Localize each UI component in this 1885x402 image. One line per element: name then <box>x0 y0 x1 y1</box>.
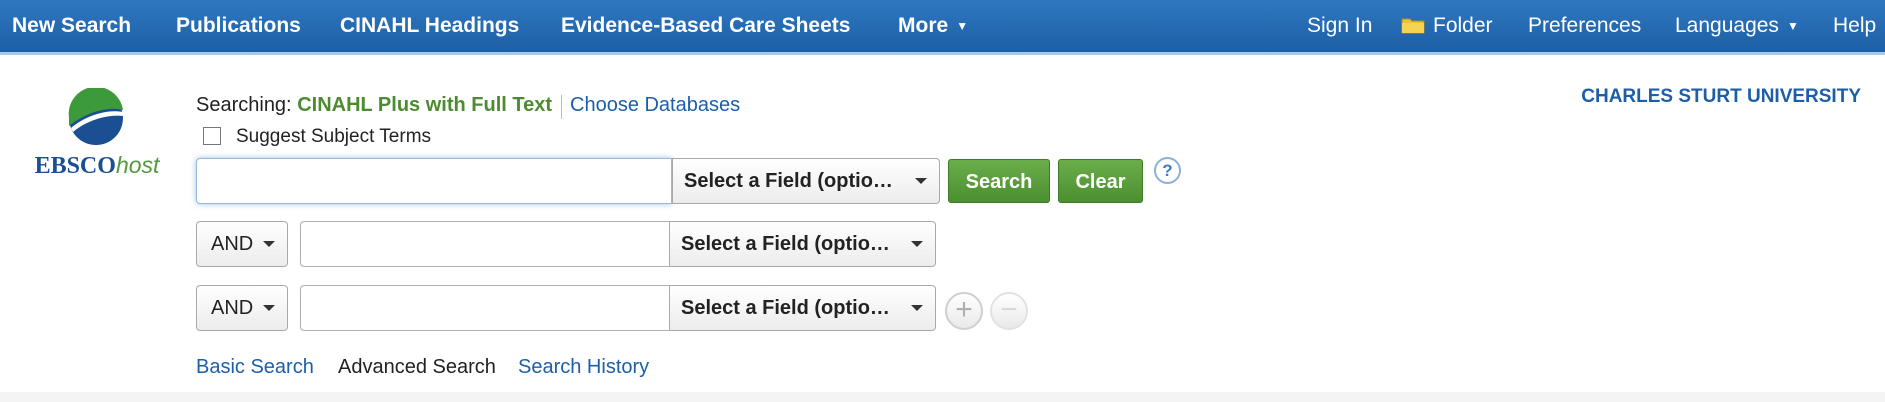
field-select-3[interactable]: Select a Field (optio… <box>669 285 936 331</box>
search-history-link[interactable]: Search History <box>518 356 649 379</box>
chevron-down-icon <box>263 241 275 247</box>
nav-publications[interactable]: Publications <box>176 0 301 52</box>
bottom-strip <box>0 392 1885 402</box>
nav-more-menu[interactable]: More ▼ <box>898 0 968 52</box>
ebscohost-wordmark: EBSCOhost <box>24 152 170 180</box>
searching-database: CINAHL Plus with Full Text <box>297 94 553 116</box>
choose-databases-link[interactable]: Choose Databases <box>570 94 740 117</box>
nav-folder[interactable]: Folder <box>1401 0 1493 52</box>
search-input-1[interactable] <box>196 158 672 204</box>
boolean-operator-3-value: AND <box>211 297 254 319</box>
ebscohost-logo-icon <box>68 88 123 145</box>
nav-sign-in[interactable]: Sign In <box>1307 0 1372 52</box>
nav-languages-menu[interactable]: Languages ▼ <box>1675 0 1799 52</box>
chevron-down-icon: ▼ <box>956 19 969 33</box>
advanced-search-tab: Advanced Search <box>338 356 496 378</box>
boolean-operator-2-value: AND <box>211 233 254 255</box>
field-select-3-value: Select a Field (optio… <box>681 297 890 319</box>
nav-care-sheets[interactable]: Evidence-Based Care Sheets <box>561 0 850 52</box>
searching-line: Searching: CINAHL Plus with Full Text <box>196 94 552 117</box>
nav-languages-label: Languages <box>1675 14 1779 37</box>
nav-preferences[interactable]: Preferences <box>1528 0 1641 52</box>
suggest-subject-terms-checkbox[interactable] <box>203 127 221 145</box>
searching-label: Searching: <box>196 94 292 116</box>
field-select-2[interactable]: Select a Field (optio… <box>669 221 936 267</box>
chevron-down-icon <box>263 305 275 311</box>
nav-cinahl-headings[interactable]: CINAHL Headings <box>340 0 519 52</box>
search-input-3[interactable] <box>300 285 670 331</box>
nav-new-search[interactable]: New Search <box>12 0 131 52</box>
field-select-1-value: Select a Field (optio… <box>684 170 893 192</box>
folder-icon <box>1401 18 1425 34</box>
nav-more-label: More <box>898 14 949 37</box>
add-row-icon[interactable]: + <box>945 292 983 330</box>
boolean-operator-select-2[interactable]: AND <box>196 221 288 267</box>
top-nav-bar: New Search Publications CINAHL Headings … <box>0 0 1885 55</box>
help-icon[interactable]: ? <box>1154 157 1181 184</box>
suggest-subject-terms-label[interactable]: Suggest Subject Terms <box>236 126 431 148</box>
chevron-down-icon <box>915 178 927 184</box>
logo-host-text: host <box>115 152 160 178</box>
basic-search-link[interactable]: Basic Search <box>196 356 314 379</box>
ebscohost-logo[interactable]: EBSCOhost <box>24 88 170 188</box>
search-button[interactable]: Search <box>948 159 1050 203</box>
chevron-down-icon: ▼ <box>1786 19 1799 33</box>
institution-name: CHARLES STURT UNIVERSITY <box>1581 86 1861 107</box>
nav-folder-label: Folder <box>1433 14 1493 37</box>
search-input-2[interactable] <box>300 221 670 267</box>
field-select-1[interactable]: Select a Field (optio… <box>672 158 940 204</box>
clear-button[interactable]: Clear <box>1058 159 1143 203</box>
divider <box>561 95 562 119</box>
boolean-operator-select-3[interactable]: AND <box>196 285 288 331</box>
remove-row-icon[interactable]: − <box>990 292 1028 330</box>
field-select-2-value: Select a Field (optio… <box>681 233 890 255</box>
chevron-down-icon <box>911 241 923 247</box>
nav-help[interactable]: Help <box>1833 0 1876 52</box>
logo-ebsco-text: EBSCO <box>34 153 116 179</box>
chevron-down-icon <box>911 305 923 311</box>
